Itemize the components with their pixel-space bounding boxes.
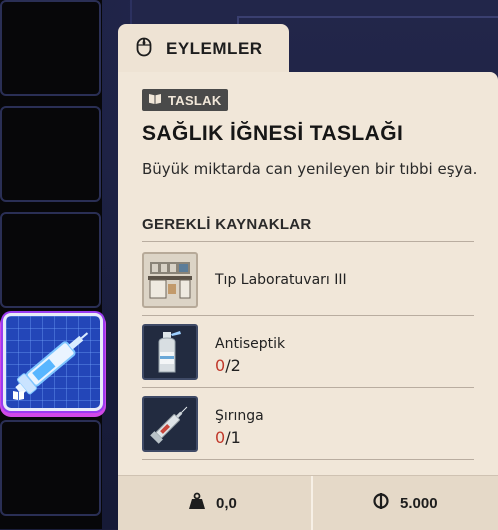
actions-tab[interactable]: EYLEMLER: [118, 24, 289, 73]
open-book-icon: [148, 93, 162, 108]
resource-row: Şırınga 0/1: [142, 388, 474, 460]
open-book-icon: [12, 390, 25, 404]
tab-label: EYLEMLER: [166, 38, 263, 58]
resource-name: Tıp Laboratuvarı III: [215, 272, 347, 288]
syringe-icon: [142, 396, 198, 452]
item-tooltip: TASLAK SAĞLIK İĞNESİ TASLAĞI Büyük mikta…: [118, 72, 498, 529]
inventory-slot[interactable]: [0, 106, 101, 202]
resource-have: 0: [215, 356, 226, 375]
resource-count: 0/1: [215, 428, 241, 447]
mouse-icon: [136, 37, 152, 61]
item-weight: 0,0: [188, 476, 237, 530]
resource-need: 2: [230, 356, 241, 375]
resource-have: 0: [215, 428, 226, 447]
weight-icon: [188, 492, 206, 514]
inventory-slot[interactable]: [0, 0, 101, 96]
resource-name: Antiseptik: [215, 336, 286, 352]
resource-need: 1: [230, 428, 241, 447]
blueprint-badge: TASLAK: [142, 89, 228, 111]
medical-lab-icon: [142, 252, 198, 308]
resource-row: Tıp Laboratuvarı III: [142, 244, 474, 316]
currency-icon: [372, 492, 390, 514]
selected-inventory-slot[interactable]: [3, 313, 103, 411]
item-price: 5.000: [372, 476, 438, 530]
inventory-slot[interactable]: [0, 212, 101, 308]
resource-row: Antiseptik 0/2: [142, 316, 474, 388]
antiseptic-bottle-icon: [142, 324, 198, 380]
inventory-column: [0, 0, 102, 529]
resource-name: Şırınga: [215, 408, 264, 424]
resource-count: 0/2: [215, 356, 241, 375]
inventory-slot[interactable]: [0, 420, 101, 516]
price-value: 5.000: [400, 494, 438, 512]
background-divider: [237, 16, 498, 18]
badge-label: TASLAK: [168, 92, 222, 108]
item-description: Büyük miktarda can yenileyen bir tıbbi e…: [142, 160, 478, 178]
item-footer: 0,0 5.000: [118, 475, 498, 530]
weight-value: 0,0: [216, 494, 237, 512]
required-resources-heading: GEREKLİ KAYNAKLAR: [142, 216, 474, 242]
item-title: SAĞLIK İĞNESİ TASLAĞI: [142, 122, 404, 145]
footer-divider: [311, 476, 313, 530]
